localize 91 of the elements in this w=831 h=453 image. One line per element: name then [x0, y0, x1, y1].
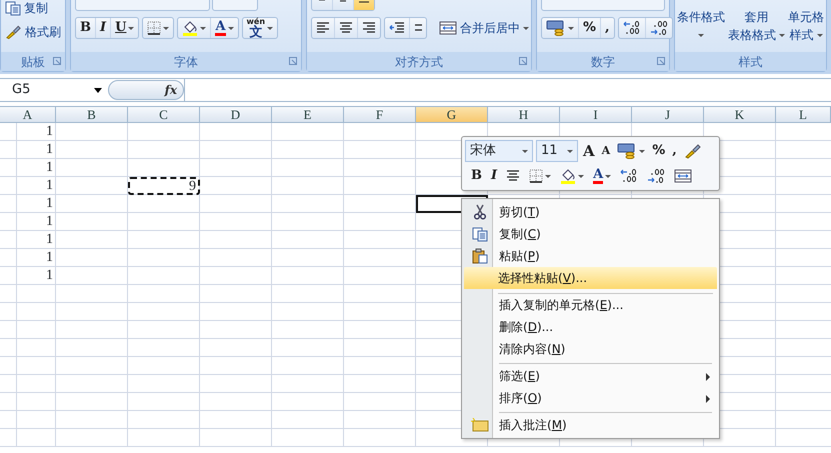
table-cell[interactable]: 1 [0, 123, 56, 141]
currency-button[interactable] [615, 143, 648, 159]
clipboard-icon [472, 248, 488, 264]
menu-item[interactable]: 选择性粘贴(V)... [464, 267, 717, 294]
ribbon-button[interactable]: 复制 [5, 0, 61, 19]
table-cell[interactable]: 1 [0, 141, 56, 159]
align-center-icon [506, 170, 520, 182]
note-icon [471, 418, 489, 432]
column-header[interactable]: I [560, 106, 632, 123]
paint-bucket-icon [560, 168, 576, 184]
italic-button[interactable]: I [96, 18, 112, 38]
font-color-button[interactable]: A [211, 18, 238, 38]
decrease-decimal-icon [650, 20, 668, 36]
merge-button[interactable] [672, 169, 694, 183]
name-box[interactable]: G5 [0, 80, 108, 100]
submenu-arrow-icon [706, 395, 710, 403]
insert-function-button[interactable]: fx [108, 80, 184, 100]
column-header[interactable]: H [488, 106, 560, 123]
merge-cells-icon [674, 169, 692, 183]
menu-item[interactable]: 剪切(T) [464, 201, 717, 223]
bold-button[interactable]: B [76, 18, 96, 38]
column-header[interactable]: K [704, 106, 776, 123]
copy-icon [472, 226, 488, 242]
fill-color-button[interactable] [558, 168, 586, 184]
column-header[interactable]: C [128, 106, 200, 123]
percent-button[interactable]: % [650, 141, 668, 161]
column-header[interactable]: A [0, 106, 56, 123]
grow-font-button[interactable]: A [581, 140, 597, 162]
column-header[interactable]: E [272, 106, 344, 123]
align-left-icon [316, 22, 330, 34]
percent-button[interactable]: % [579, 18, 602, 38]
table-cell[interactable]: 1 [0, 231, 56, 249]
comma-button[interactable]: , [670, 141, 679, 161]
table-cell[interactable]: 1 [0, 177, 56, 195]
menu-item[interactable]: 复制(C) [464, 223, 717, 245]
money-icon [546, 20, 566, 36]
copied-cell[interactable]: 9 [128, 177, 200, 195]
group-label: 对齐方式 [395, 54, 443, 70]
menu-item[interactable]: 删除(D)... [464, 316, 717, 338]
caret-icon [567, 150, 573, 152]
copy-icon [5, 0, 21, 16]
shrink-font-button[interactable]: A [600, 142, 612, 160]
menu-item[interactable]: 插入批注(M) [464, 414, 717, 436]
font-color-button[interactable]: A [591, 168, 614, 184]
group-label: 样式 [738, 54, 762, 70]
ribbon-button[interactable]: 格式刷 [5, 21, 61, 43]
underline-button[interactable]: U [111, 18, 138, 38]
column-header[interactable]: G [416, 106, 488, 123]
table-cell[interactable]: 1 [0, 213, 56, 231]
table-cell[interactable]: 1 [0, 267, 56, 285]
paintbrush-icon [684, 143, 702, 159]
font-size-field[interactable]: 11 [536, 140, 578, 162]
align-right-icon [362, 22, 376, 34]
ribbon-button[interactable]: 套用 表格格式 [728, 6, 785, 44]
paintbrush-icon [5, 24, 22, 40]
borders-button[interactable] [527, 169, 554, 183]
column-header[interactable]: B [56, 106, 128, 123]
table-cell[interactable]: 1 [0, 159, 56, 177]
comma-button[interactable]: , [601, 18, 614, 38]
border-icon [147, 21, 162, 35]
menu-item[interactable]: 粘贴(P) [464, 245, 717, 267]
menu-item[interactable]: 筛选(E) [464, 365, 717, 387]
column-header[interactable]: L [776, 106, 831, 123]
outdent-icon [389, 22, 405, 34]
paint-bucket-icon [182, 20, 198, 36]
table-cell[interactable]: 1 [0, 249, 56, 267]
decrease-decimal-icon [647, 168, 666, 184]
group-label: 字体 [174, 54, 198, 70]
group-label: 数字 [591, 54, 615, 70]
group-label: 贴板 [21, 54, 45, 70]
column-header[interactable]: J [632, 106, 704, 123]
bold-button[interactable]: B [469, 166, 484, 186]
caret-icon [522, 150, 528, 152]
ribbon-button[interactable]: 条件格式 [677, 6, 725, 44]
scissors-icon [473, 204, 487, 220]
align-center-icon [339, 22, 353, 34]
phonetic-button[interactable]: wén 文 [242, 18, 278, 38]
merge-button[interactable]: 合并后居中 [439, 19, 529, 37]
column-header[interactable]: F [344, 106, 416, 123]
italic-button[interactable]: I [489, 166, 500, 186]
menu-item[interactable]: 插入复制的单元格(E)... [464, 294, 717, 316]
column-header[interactable]: D [200, 106, 272, 123]
ribbon-button[interactable]: 单元格 样式 [788, 6, 824, 44]
border-icon [529, 169, 544, 183]
merge-cells-icon [439, 21, 457, 35]
increase-decimal-icon [620, 168, 638, 184]
submenu-arrow-icon [706, 373, 710, 381]
font-name-field[interactable]: 宋体 [465, 140, 533, 162]
money-icon [617, 143, 638, 159]
increase-decimal-icon [622, 20, 641, 36]
table-cell[interactable]: 1 [0, 195, 56, 213]
